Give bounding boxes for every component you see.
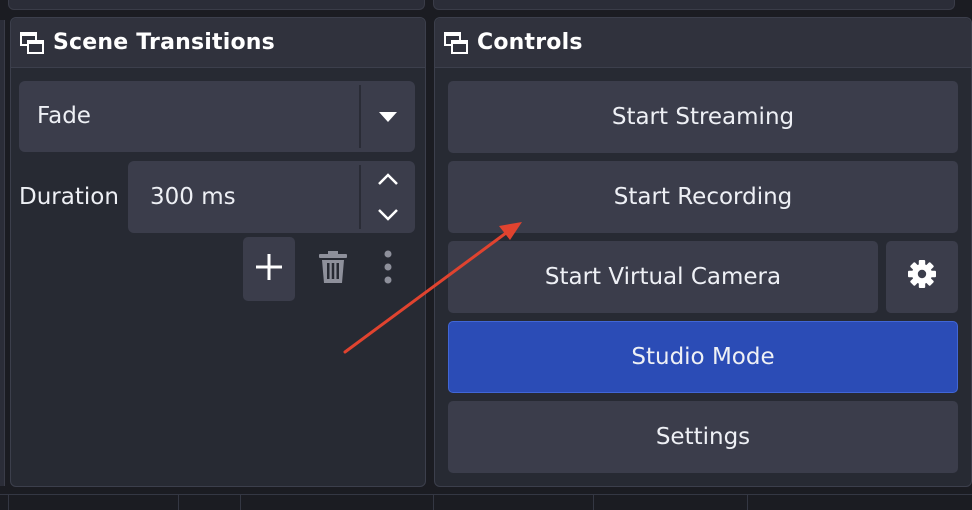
start-recording-button[interactable]: Start Recording <box>448 161 958 233</box>
duration-value: 300 ms <box>150 184 236 210</box>
divider <box>8 494 9 510</box>
transition-select[interactable]: Fade <box>19 81 415 152</box>
start-streaming-button[interactable]: Start Streaming <box>448 81 958 153</box>
chevron-down-icon[interactable] <box>361 81 415 152</box>
transition-select-value: Fade <box>37 103 91 129</box>
divider <box>178 494 179 510</box>
dock-title: Scene Transitions <box>53 30 275 55</box>
plus-icon <box>255 253 283 285</box>
vertical-ellipsis-icon <box>383 250 393 288</box>
add-transition-button[interactable] <box>243 237 295 301</box>
top-dock-edge <box>433 0 955 10</box>
bottom-divider <box>0 494 972 495</box>
duration-spinbox[interactable]: 300 ms <box>128 161 415 233</box>
left-dock-edge <box>0 20 5 486</box>
divider <box>433 494 434 510</box>
dock-header: Controls <box>435 18 971 68</box>
scene-transitions-dock: Scene Transitions Fade Duration 300 ms <box>10 17 426 487</box>
divider <box>593 494 594 510</box>
controls-dock: Controls Start Streaming Start Recording… <box>434 17 972 487</box>
divider <box>747 494 748 510</box>
studio-mode-button[interactable]: Studio Mode <box>448 321 958 393</box>
start-virtual-camera-button[interactable]: Start Virtual Camera <box>448 241 878 313</box>
virtual-camera-settings-button[interactable] <box>886 241 958 313</box>
chevron-up-icon[interactable] <box>361 161 415 197</box>
dock-header: Scene Transitions <box>11 18 425 68</box>
gear-icon <box>907 259 937 295</box>
chevron-down-icon[interactable] <box>361 197 415 233</box>
trash-icon <box>318 250 348 288</box>
duration-label: Duration <box>19 184 119 210</box>
remove-transition-button[interactable] <box>307 237 359 301</box>
dock-window-icon[interactable] <box>441 28 471 58</box>
top-dock-edge <box>8 0 425 10</box>
divider <box>240 494 241 510</box>
settings-button[interactable]: Settings <box>448 401 958 473</box>
dock-window-icon[interactable] <box>17 28 47 58</box>
transition-properties-button[interactable] <box>363 237 413 301</box>
dock-title: Controls <box>477 30 583 55</box>
top-strip <box>0 0 972 10</box>
